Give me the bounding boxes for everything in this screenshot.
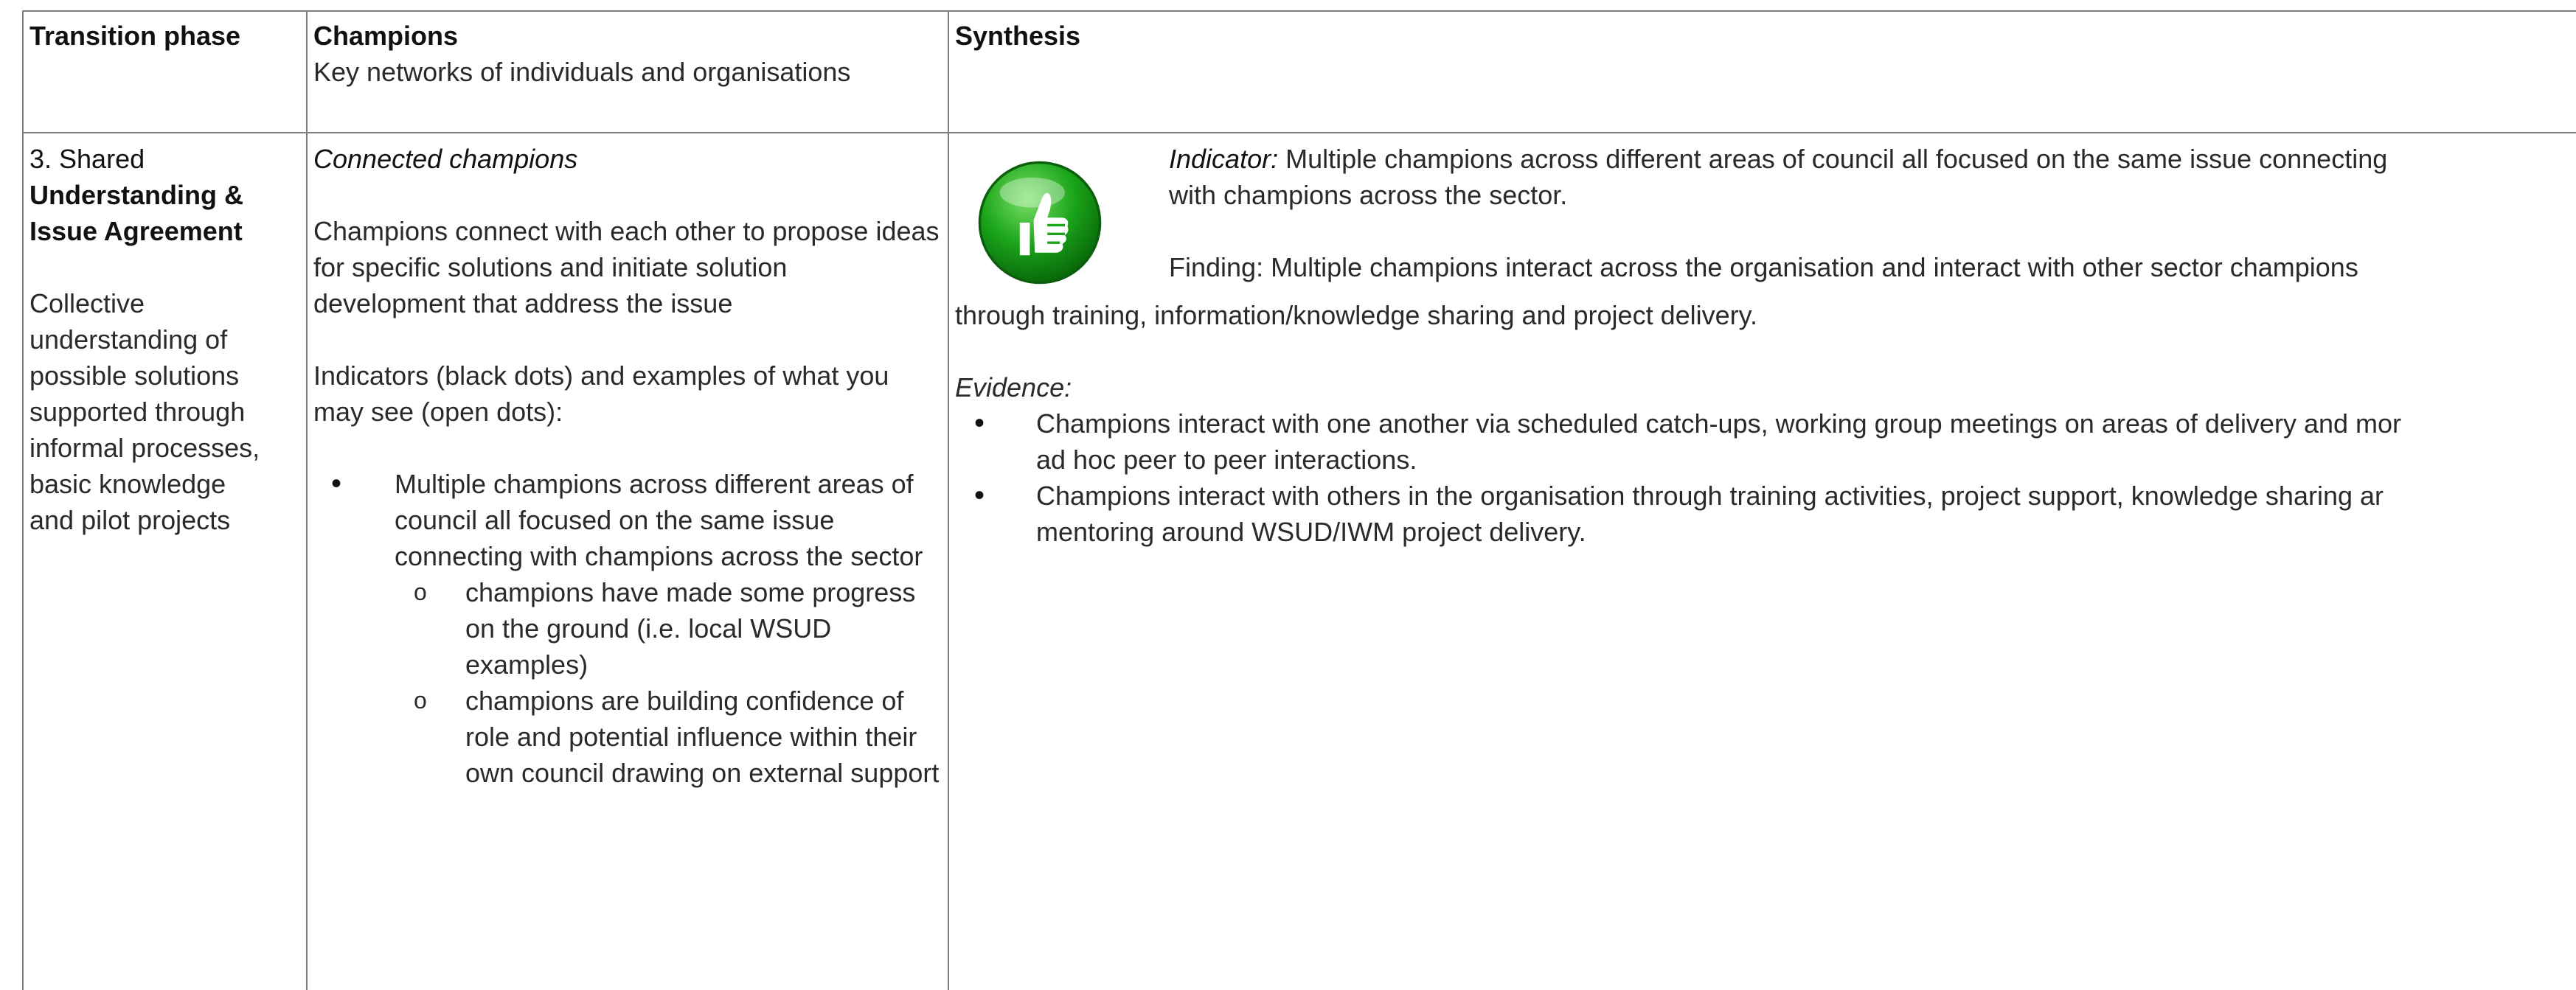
header-phase-label: Transition phase <box>29 21 241 51</box>
header-champions-title: Champions <box>313 21 459 51</box>
phase-desc-line: possible solutions <box>29 360 240 391</box>
phase-desc-line: and pilot projects <box>29 505 231 535</box>
phase-desc-line: Collective <box>29 288 145 318</box>
evidence-line: mentoring around WSUD/IWM project delive… <box>1036 517 1586 547</box>
table-row: 3. Shared Understanding & Issue Agreemen… <box>22 132 2576 990</box>
phase-title-line3: Issue Agreement <box>29 216 243 246</box>
indicator-line1: Indicator: Multiple champions across dif… <box>1169 141 2576 177</box>
phase-desc-line: basic knowledge <box>29 469 226 499</box>
indicator-line2: with champions across the sector. <box>1169 180 1568 210</box>
phase-desc-line: understanding of <box>29 324 228 355</box>
synthesis-cell: Indicator: Multiple champions across dif… <box>948 132 2576 990</box>
document-page: Transition phase Champions Key networks … <box>0 0 2576 990</box>
example-list: champions have made some progress on the… <box>395 574 942 791</box>
header-transition-phase: Transition phase <box>22 10 308 133</box>
table-header-row: Transition phase Champions Key networks … <box>22 10 2576 133</box>
phase-desc-line: informal processes, <box>29 433 260 463</box>
phase-desc-line: supported through <box>29 397 246 427</box>
header-champions-subtitle: Key networks of individuals and organisa… <box>313 57 851 87</box>
evidence-line: Champions interact with one another via … <box>1036 408 2402 439</box>
list-item: Champions interact with one another via … <box>955 405 2576 478</box>
evidence-list: Champions interact with one another via … <box>955 405 2576 550</box>
indicator-text: Multiple champions across different area… <box>1278 144 2388 174</box>
thumbs-up-icon <box>978 161 1102 285</box>
header-synthesis: Synthesis <box>948 10 2576 133</box>
list-item: champions have made some progress on the… <box>395 574 942 683</box>
finding-line1: Finding: Multiple champions interact acr… <box>1169 252 2358 282</box>
champions-indicators-intro: Indicators (black dots) and examples of … <box>313 360 889 427</box>
evidence-label: Evidence: <box>955 372 1072 402</box>
list-item: Multiple champions across different area… <box>313 466 942 791</box>
champions-cell: Connected champions Champions connect wi… <box>306 132 949 990</box>
indicator-text: Multiple champions across different area… <box>395 469 923 571</box>
indicator-list: Multiple champions across different area… <box>313 466 942 791</box>
evidence-line: Champions interact with others in the or… <box>1036 481 2384 511</box>
phase-title-line1: 3. Shared <box>29 144 145 174</box>
champions-description: Champions connect with each other to pro… <box>313 216 940 318</box>
list-item: champions are building confidence of rol… <box>395 683 942 791</box>
phase-title-line2: Understanding & <box>29 180 244 210</box>
synthesis-summary: Indicator: Multiple champions across dif… <box>955 141 2576 318</box>
evidence-line: ad hoc peer to peer interactions. <box>1036 445 1417 475</box>
framework-table: Transition phase Champions Key networks … <box>22 10 2576 990</box>
champions-heading: Connected champions <box>313 144 578 174</box>
header-champions: Champions Key networks of individuals an… <box>306 10 949 133</box>
header-synthesis-label: Synthesis <box>955 21 1081 51</box>
indicator-label: Indicator: <box>1169 144 1279 174</box>
phase-cell: 3. Shared Understanding & Issue Agreemen… <box>22 132 308 990</box>
list-item: Champions interact with others in the or… <box>955 478 2576 550</box>
